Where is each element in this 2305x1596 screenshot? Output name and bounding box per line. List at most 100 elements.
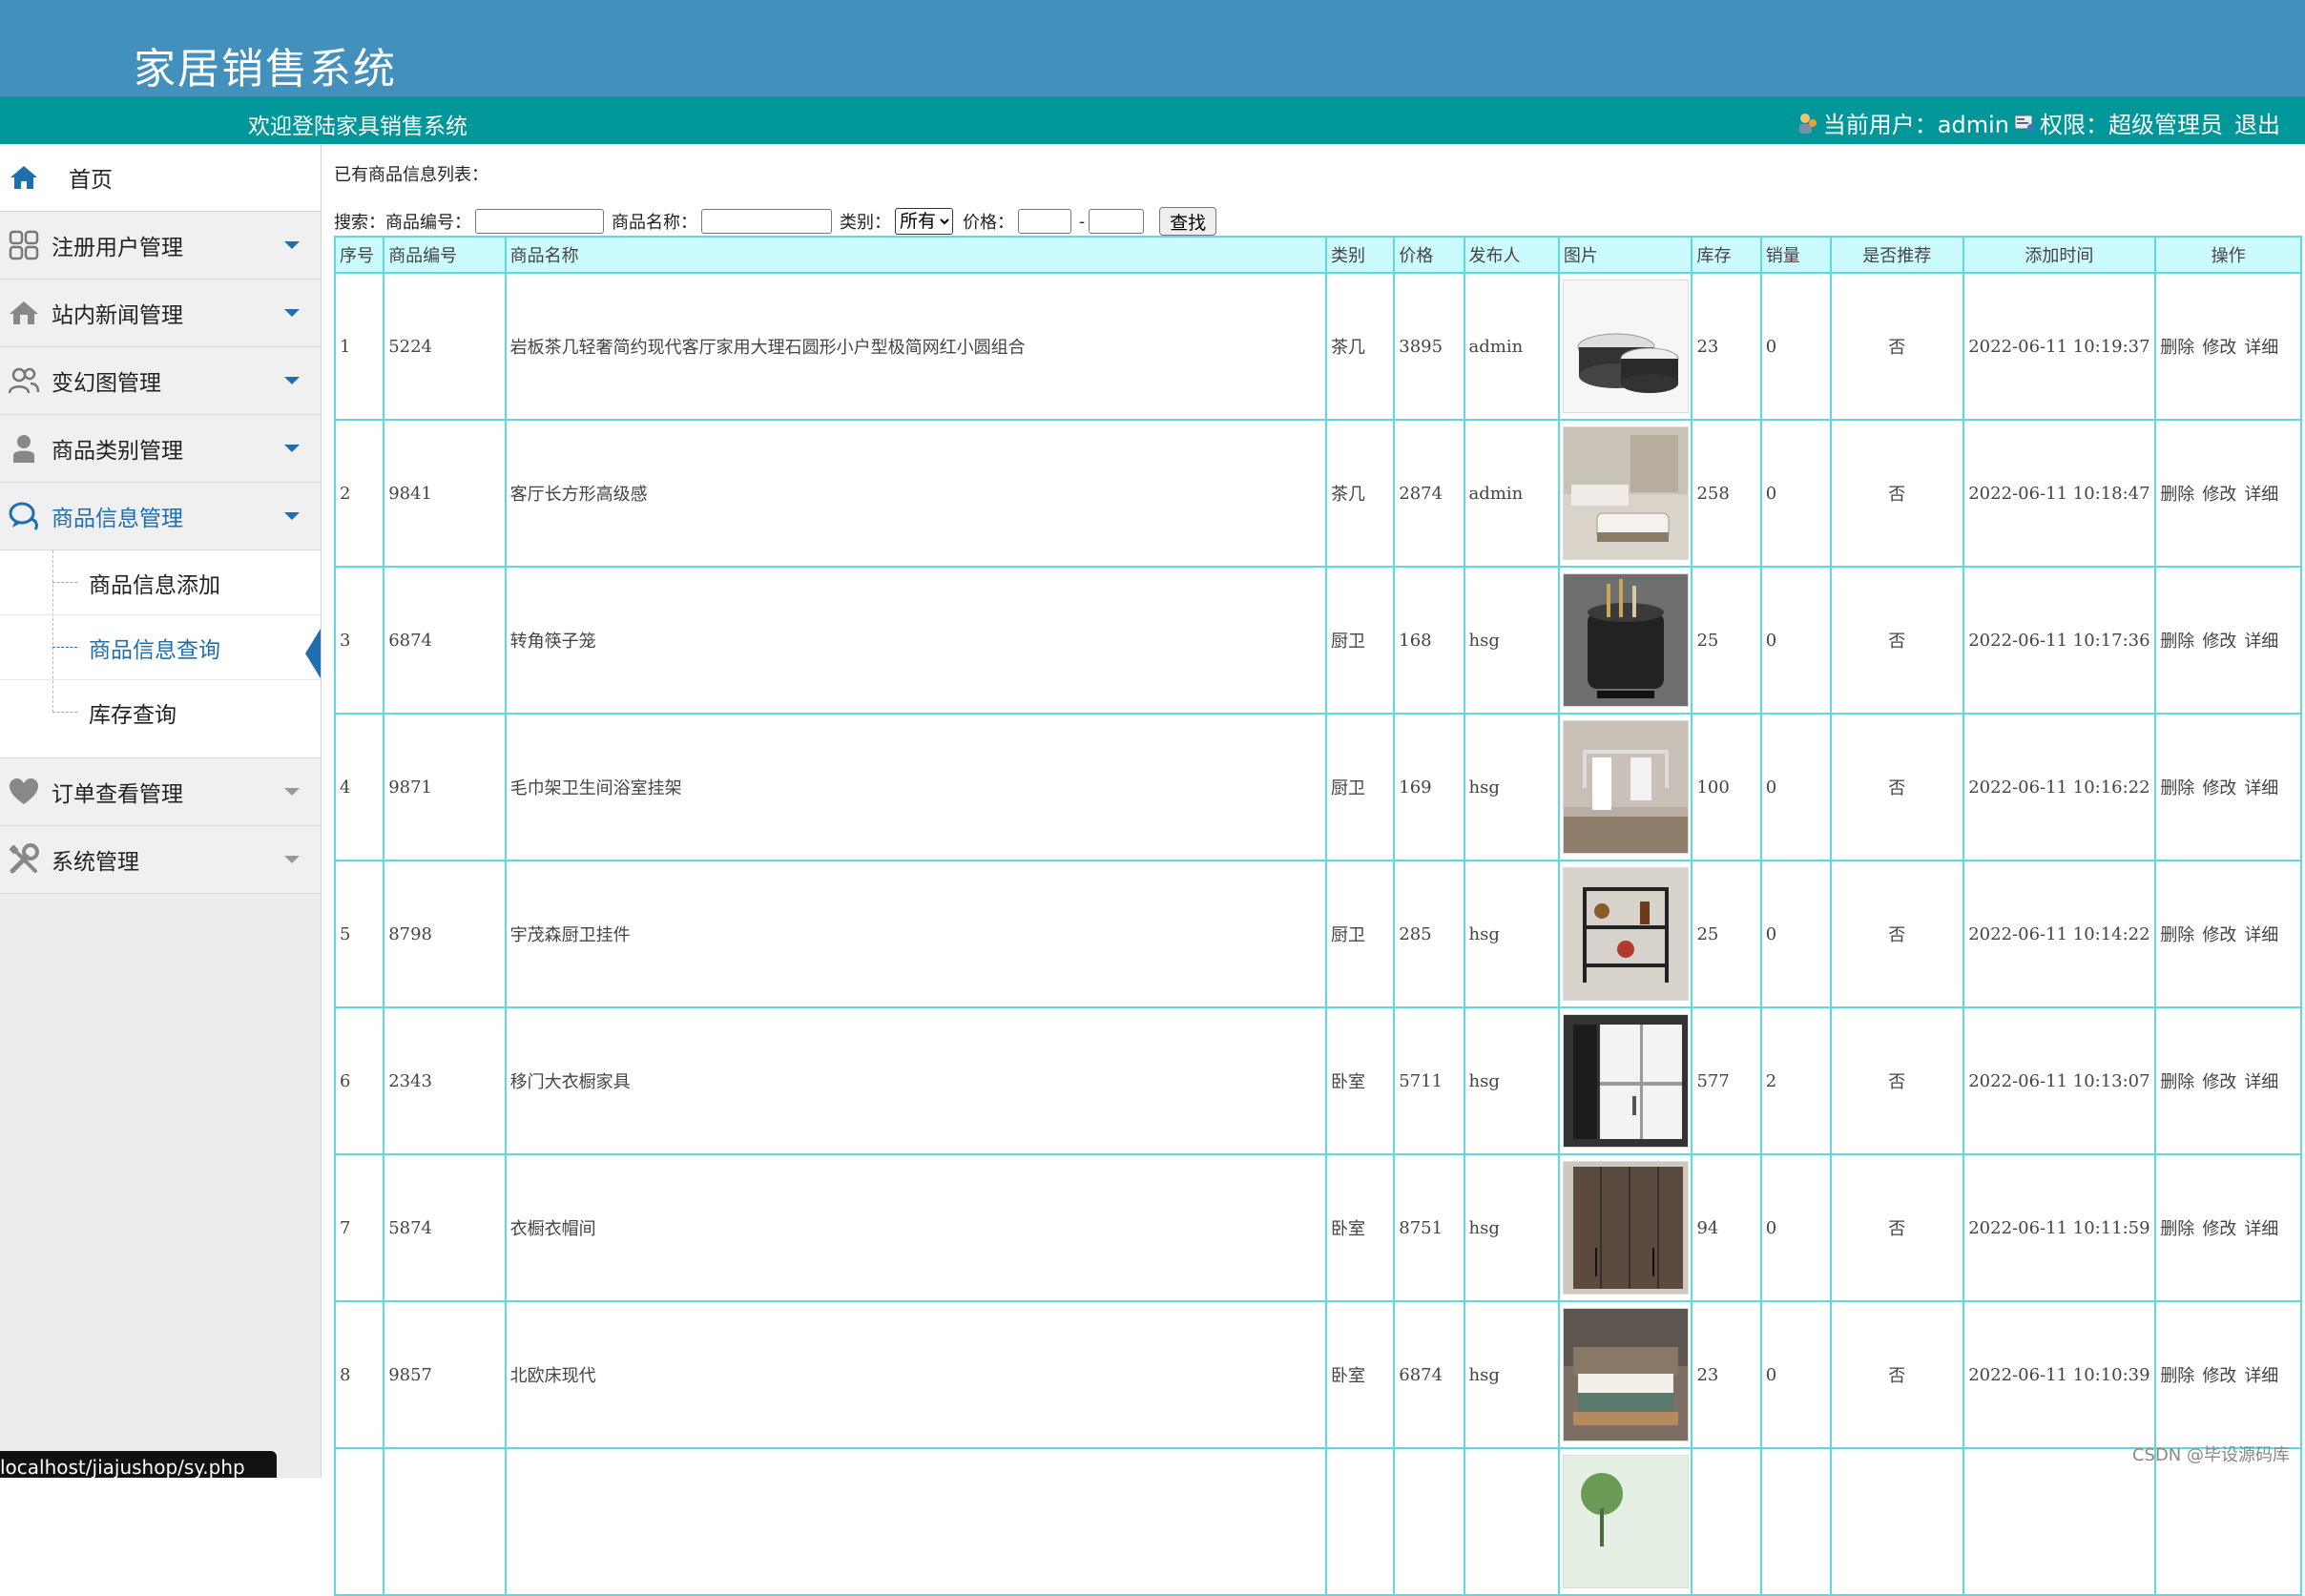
delete-link[interactable]: 删除: [2160, 632, 2194, 652]
sidebar: 首页 注册用户管理 站内新闻管理 变幻图管理 商品类别管理 商品信息管理 商品信…: [0, 144, 322, 1478]
sidebar-item-orders[interactable]: 订单查看管理: [0, 758, 321, 826]
col-header-no: 序号: [333, 236, 385, 274]
delete-link[interactable]: 删除: [2160, 925, 2194, 945]
submenu-item-stock-query[interactable]: 库存查询: [0, 680, 321, 744]
chevron-down-icon: [284, 309, 300, 317]
goods-table-body: 1 5224 岩板茶几轻奢简约现代客厅家用大理石圆形小户型极简网红小圆组合 茶几 389…: [333, 272, 2302, 1596]
chevron-down-icon: [284, 856, 300, 863]
price-label: 价格：: [963, 213, 1014, 233]
delete-link[interactable]: 删除: [2160, 338, 2194, 358]
submenu-item-goods-query[interactable]: 商品信息查询: [0, 615, 321, 680]
cell-sales: 0: [1759, 1300, 1833, 1449]
delete-link[interactable]: 删除: [2160, 1072, 2194, 1092]
detail-link[interactable]: 详细: [2244, 1219, 2278, 1239]
cell-publisher: hsg: [1463, 1300, 1560, 1449]
cell-category: 茶几: [1324, 419, 1396, 568]
submenu-label-stock-query: 库存查询: [89, 702, 177, 728]
sidebar-item-carousel[interactable]: 变幻图管理: [0, 347, 321, 415]
detail-link[interactable]: 详细: [2244, 925, 2278, 945]
table-row: 8 9857 北欧床现代 卧室 6874 hsg 23 0 否 2022-06-11 10:10:…: [333, 1300, 2302, 1449]
cell-name: 宇茂森厨卫挂件: [504, 860, 1328, 1008]
price-max-input[interactable]: [1089, 209, 1145, 234]
current-user-label: 当前用户：admin: [1822, 112, 2009, 138]
category-select[interactable]: 所有: [895, 208, 953, 235]
sidebar-item-register-users[interactable]: 注册用户管理: [0, 212, 321, 280]
submenu-label-goods-query: 商品信息查询: [89, 637, 220, 663]
cell-name: 北欧床现代: [504, 1300, 1328, 1449]
sidebar-item-home[interactable]: 首页: [0, 144, 321, 212]
col-header-actions: 操作: [2154, 236, 2302, 274]
cell-stock: 100: [1691, 713, 1762, 861]
product-image: [1562, 1455, 1689, 1588]
cell-actions: 删除 修改 详细: [2154, 1300, 2302, 1449]
delete-link[interactable]: 删除: [2160, 485, 2194, 505]
cell-stock: 25: [1691, 566, 1762, 715]
search-button[interactable]: 查找: [1159, 207, 1217, 236]
cell-recommend: 否: [1830, 566, 1964, 715]
detail-link[interactable]: 详细: [2244, 778, 2278, 798]
cell-publisher: hsg: [1463, 566, 1560, 715]
logout-link[interactable]: 退出: [2234, 106, 2280, 139]
table-row: 4 9871 毛巾架卫生间浴室挂架 厨卫 169 hsg 100 0 否 2022-06-11 1…: [333, 713, 2302, 861]
cell-time: 2022-06-11 10:14:22: [1962, 860, 2157, 1008]
col-header-image: 图片: [1557, 236, 1693, 274]
edit-link[interactable]: 修改: [2202, 1219, 2236, 1239]
user-icon: [1798, 113, 1817, 134]
cell-stock: 94: [1691, 1153, 1762, 1302]
cell-category: [1324, 1447, 1396, 1596]
cell-price: 8751: [1393, 1153, 1465, 1302]
cell-price: 6874: [1393, 1300, 1465, 1449]
cell-stock: 25: [1691, 860, 1762, 1008]
tools-icon: [9, 843, 39, 874]
edit-link[interactable]: 修改: [2202, 338, 2236, 358]
col-header-time: 添加时间: [1962, 236, 2157, 274]
cell-actions: 删除 修改 详细: [2154, 566, 2302, 715]
delete-link[interactable]: 删除: [2160, 1366, 2194, 1386]
edit-link[interactable]: 修改: [2202, 632, 2236, 652]
detail-link[interactable]: 详细: [2244, 1072, 2278, 1092]
cell-price: 2874: [1393, 419, 1465, 568]
home-icon: [10, 166, 37, 189]
edit-link[interactable]: 修改: [2202, 925, 2236, 945]
edit-link[interactable]: 修改: [2202, 1072, 2236, 1092]
sidebar-item-category[interactable]: 商品类别管理: [0, 415, 321, 483]
cell-publisher: hsg: [1463, 713, 1560, 861]
detail-link[interactable]: 详细: [2244, 632, 2278, 652]
cell-time: 2022-06-11 10:19:37: [1962, 272, 2157, 421]
cell-actions: [2154, 1447, 2302, 1596]
price-separator: -: [1079, 211, 1086, 232]
product-image-cell: [1557, 1153, 1693, 1302]
cell-recommend: 否: [1830, 272, 1964, 421]
cell-price: 3895: [1393, 272, 1465, 421]
sidebar-label-category: 商品类别管理: [52, 439, 183, 464]
status-bar-url: localhost/jiajushop/sy.php: [0, 1451, 277, 1478]
sidebar-item-system[interactable]: 系统管理: [0, 826, 321, 894]
detail-link[interactable]: 详细: [2244, 338, 2278, 358]
delete-link[interactable]: 删除: [2160, 1219, 2194, 1239]
cell-recommend: 否: [1830, 1153, 1964, 1302]
detail-link[interactable]: 详细: [2244, 1366, 2278, 1386]
cell-sales: [1759, 1447, 1833, 1596]
edit-link[interactable]: 修改: [2202, 485, 2236, 505]
col-header-recommend: 是否推荐: [1830, 236, 1964, 274]
chevron-down-icon: [284, 512, 300, 520]
cell-code: 9871: [383, 713, 507, 861]
sidebar-label-register-users: 注册用户管理: [52, 236, 183, 260]
sidebar-item-news[interactable]: 站内新闻管理: [0, 280, 321, 347]
cell-name: 转角筷子笼: [504, 566, 1328, 715]
price-min-input[interactable]: [1018, 209, 1071, 234]
cell-category: 卧室: [1324, 1300, 1396, 1449]
sidebar-item-goods-info[interactable]: 商品信息管理: [0, 483, 321, 550]
submenu-item-goods-add[interactable]: 商品信息添加: [0, 550, 321, 615]
goods-name-input[interactable]: [701, 209, 832, 234]
cell-no: 6: [333, 1006, 385, 1155]
goods-code-input[interactable]: [475, 209, 604, 234]
edit-link[interactable]: 修改: [2202, 778, 2236, 798]
cell-recommend: 否: [1830, 419, 1964, 568]
edit-link[interactable]: 修改: [2202, 1366, 2236, 1386]
cell-code: 2343: [383, 1006, 507, 1155]
cell-publisher: hsg: [1463, 1006, 1560, 1155]
delete-link[interactable]: 删除: [2160, 778, 2194, 798]
detail-link[interactable]: 详细: [2244, 485, 2278, 505]
house-icon: [10, 301, 38, 324]
